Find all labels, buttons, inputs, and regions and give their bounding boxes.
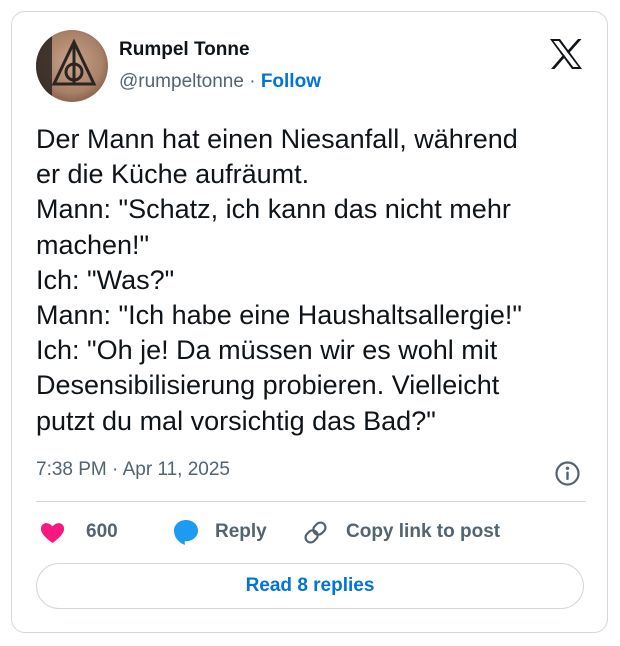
- tweet-text-line: Der Mann hat einen Niesanfall, während: [36, 124, 518, 154]
- tweet-text-line: Desensibilisierung probieren. Vielleicht: [36, 370, 500, 401]
- avatar[interactable]: [36, 30, 108, 102]
- reply-label: Reply: [215, 521, 267, 542]
- tweet-card: Rumpel Tonne @rumpeltonne · Follow Der M…: [11, 11, 608, 633]
- tweet-timestamp[interactable]: 7:38 PM · Apr 11, 2025: [36, 459, 230, 481]
- handle-separator: ·: [249, 71, 256, 92]
- tweet-text: Der Mann hat einen Niesanfall, während e…: [36, 122, 586, 439]
- x-logo-icon[interactable]: [549, 38, 583, 70]
- info-icon[interactable]: [554, 460, 581, 487]
- tweet-text-line: Ich: "Was?": [36, 264, 175, 295]
- divider: [36, 501, 586, 502]
- read-replies-label: Read 8 replies: [245, 575, 375, 596]
- like-count: 600: [86, 521, 118, 542]
- action-bar: 600 Reply Copy link to post: [36, 514, 586, 550]
- like-button[interactable]: 600: [39, 514, 118, 550]
- author-handle[interactable]: @rumpeltonne: [119, 71, 244, 92]
- copy-link-button[interactable]: Copy link to post: [302, 514, 500, 550]
- speech-bubble-icon: [172, 518, 200, 546]
- tweet-text-line: Mann: "Schatz, ich kann das nicht mehr: [36, 194, 511, 225]
- tweet-text-line: er die Küche aufräumt.: [36, 159, 310, 190]
- tweet-text-line: Mann: "Ich habe eine Haushaltsallergie!": [36, 300, 522, 331]
- avatar-image: [36, 30, 108, 102]
- heart-icon: [39, 519, 66, 546]
- link-icon: [302, 519, 329, 546]
- tweet-text-line: machen!": [36, 229, 150, 260]
- author-handle-row: @rumpeltonne · Follow: [119, 71, 321, 93]
- follow-button[interactable]: Follow: [261, 71, 321, 92]
- author-display-name[interactable]: Rumpel Tonne: [119, 39, 250, 61]
- tweet-text-line: putzt du mal vorsichtig das Bad?": [36, 405, 436, 436]
- read-replies-button[interactable]: Read 8 replies: [36, 563, 584, 609]
- reply-button[interactable]: Reply: [172, 514, 267, 550]
- copy-link-label: Copy link to post: [346, 521, 501, 542]
- tweet-text-line: Ich: "Oh je! Da müssen wir es wohl mit: [36, 335, 498, 366]
